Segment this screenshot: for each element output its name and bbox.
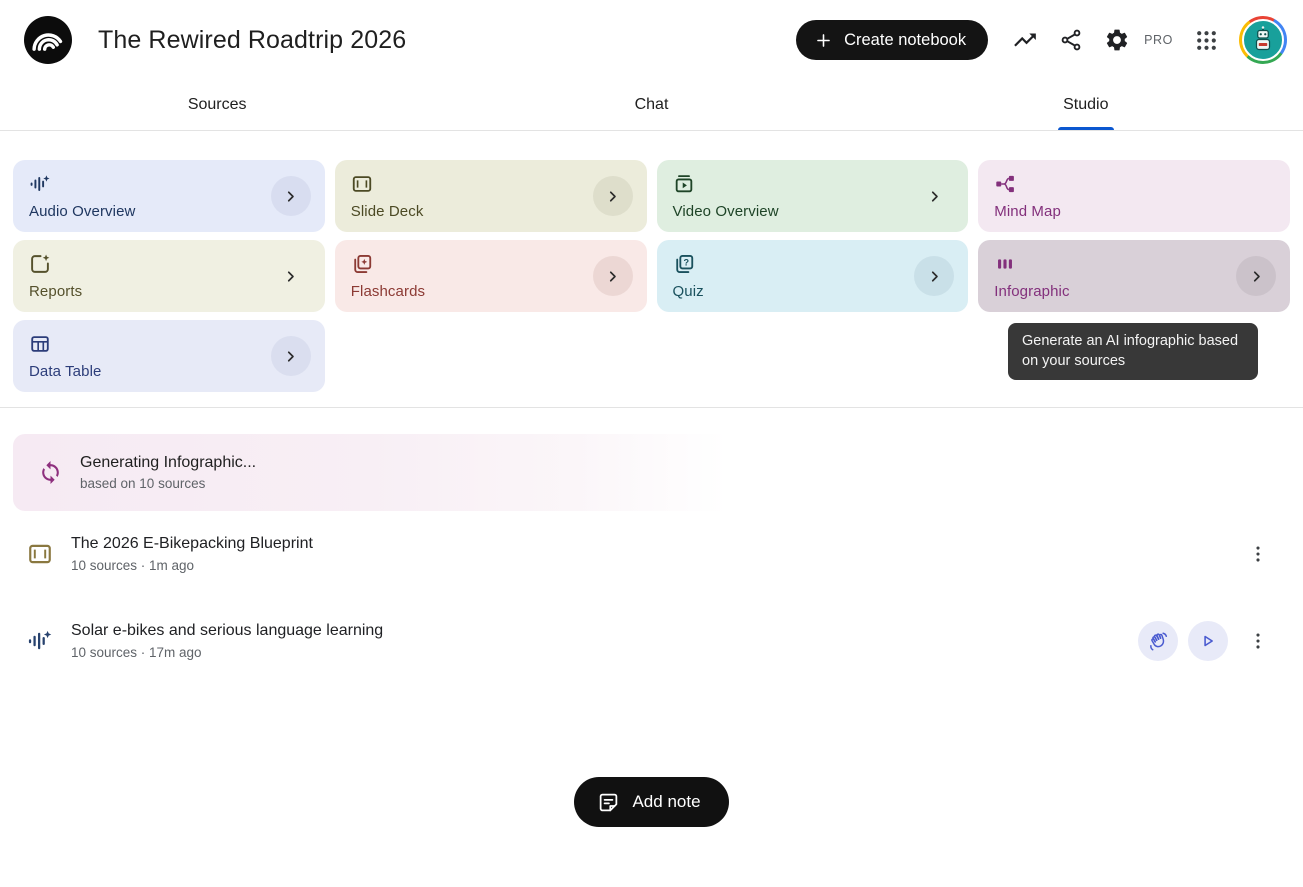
tool-card-flashcards[interactable]: Flashcards: [335, 240, 647, 312]
notebook-title[interactable]: The Rewired Roadtrip 2026: [98, 26, 406, 55]
data-table-open-chevron[interactable]: [271, 336, 311, 376]
slide-deck-artifact-icon: [27, 541, 53, 567]
play-audio-button[interactable]: [1188, 621, 1228, 661]
spinner-sync-icon: [38, 460, 63, 485]
notebooklm-page: The Rewired Roadtrip 2026 Create noteboo…: [0, 0, 1303, 887]
pro-badge: PRO: [1144, 33, 1173, 47]
artifact-row-slide-deck[interactable]: The 2026 E-Bikepacking Blueprint 10 sour…: [13, 511, 1290, 597]
infographic-tooltip: Generate an AI infographic based on your…: [1008, 323, 1258, 380]
reports-sparkle-icon: [29, 253, 51, 275]
add-note-container: Add note: [0, 777, 1303, 827]
tab-studio[interactable]: Studio: [869, 80, 1303, 130]
google-apps-grid-icon[interactable]: [1185, 19, 1227, 61]
note-icon: [598, 792, 619, 813]
header: The Rewired Roadtrip 2026 Create noteboo…: [0, 0, 1303, 80]
data-table-icon: [29, 333, 51, 355]
tool-card-data-table[interactable]: Data Table: [13, 320, 325, 392]
create-notebook-button[interactable]: Create notebook: [796, 20, 988, 60]
flashcards-icon: [351, 253, 373, 275]
interactive-mode-button[interactable]: [1138, 621, 1178, 661]
generating-infographic-banner: Generating Infographic... based on 10 so…: [13, 434, 1290, 511]
user-avatar[interactable]: [1239, 16, 1287, 64]
tool-card-quiz[interactable]: ? Quiz: [657, 240, 969, 312]
tab-bar: Sources Chat Studio: [0, 80, 1303, 131]
tool-card-reports[interactable]: Reports: [13, 240, 325, 312]
add-note-button[interactable]: Add note: [574, 777, 728, 827]
avatar-robot-image: [1242, 19, 1284, 61]
tool-card-audio-overview[interactable]: Audio Overview: [13, 160, 325, 232]
tab-sources[interactable]: Sources: [0, 80, 434, 130]
artifact-meta: 10 sources · 1m ago: [71, 558, 313, 573]
audio-artifact-icon: [27, 628, 53, 654]
audio-overview-open-chevron[interactable]: [271, 176, 311, 216]
artifact-row-audio-overview[interactable]: Solar e-bikes and serious language learn…: [13, 597, 1290, 685]
mind-map-icon: [994, 173, 1016, 195]
section-divider: [0, 407, 1303, 408]
play-icon: [1198, 631, 1218, 651]
artifact-title[interactable]: The 2026 E-Bikepacking Blueprint: [71, 535, 313, 553]
tool-card-slide-deck[interactable]: Slide Deck: [335, 160, 647, 232]
artifact-more-menu[interactable]: [1240, 623, 1276, 659]
artifact-more-menu[interactable]: [1240, 536, 1276, 572]
analytics-trending-icon[interactable]: [1004, 19, 1046, 61]
waveform-sparkle-icon: [29, 173, 51, 195]
notebooklm-logo-icon[interactable]: [24, 16, 72, 64]
header-actions: Create notebook PRO: [796, 16, 1287, 64]
svg-text:?: ?: [683, 257, 689, 267]
slide-deck-open-chevron[interactable]: [593, 176, 633, 216]
tool-card-video-overview[interactable]: Video Overview: [657, 160, 969, 232]
tool-card-mind-map[interactable]: Mind Map: [978, 160, 1290, 232]
share-icon[interactable]: [1050, 19, 1092, 61]
slide-deck-icon: [351, 173, 373, 195]
generating-title: Generating Infographic...: [80, 454, 256, 472]
active-tab-underline: [1058, 127, 1114, 130]
plus-icon: [814, 31, 833, 50]
infographic-open-chevron[interactable]: [1236, 256, 1276, 296]
quiz-open-chevron[interactable]: [914, 256, 954, 296]
reports-open-chevron[interactable]: [271, 256, 311, 296]
flashcards-open-chevron[interactable]: [593, 256, 633, 296]
settings-gear-icon[interactable]: [1096, 19, 1138, 61]
video-overview-open-chevron[interactable]: [914, 176, 954, 216]
video-overview-icon: [673, 173, 695, 195]
quiz-icon: ?: [673, 253, 695, 275]
generating-subtitle: based on 10 sources: [80, 476, 256, 491]
artifact-meta: 10 sources · 17m ago: [71, 645, 383, 660]
infographic-bars-icon: [994, 253, 1016, 275]
waving-hand-icon: [1148, 631, 1169, 652]
tool-card-infographic[interactable]: Infographic: [978, 240, 1290, 312]
artifact-title[interactable]: Solar e-bikes and serious language learn…: [71, 622, 383, 640]
tab-chat[interactable]: Chat: [434, 80, 868, 130]
